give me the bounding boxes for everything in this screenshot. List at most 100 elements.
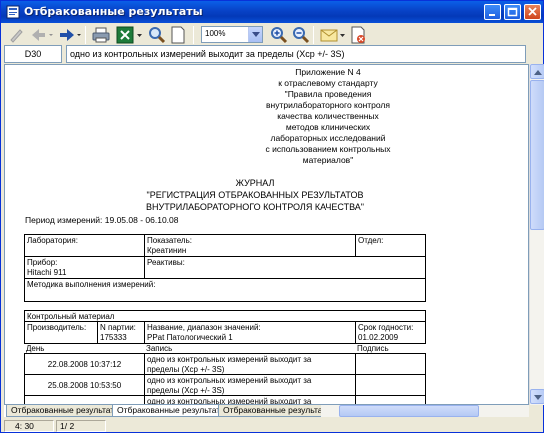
table-row-signature[interactable] bbox=[355, 353, 426, 375]
forward-button[interactable] bbox=[57, 25, 83, 45]
table-row-signature[interactable] bbox=[355, 395, 426, 404]
table-row-record[interactable]: одно из контрольных измерений выходит за… bbox=[144, 374, 356, 396]
material-name-label: Название, диапазон значений: bbox=[147, 323, 261, 332]
appendix-line: Приложение N 4 bbox=[295, 67, 361, 77]
cursor-position: 4: 30 bbox=[4, 420, 54, 432]
send-mail-button[interactable] bbox=[319, 25, 347, 45]
table-row-signature[interactable] bbox=[355, 374, 426, 396]
magnifier-icon bbox=[149, 27, 166, 44]
horizontal-scrollbar[interactable] bbox=[321, 405, 529, 417]
zoom-select[interactable]: 100% bbox=[201, 26, 263, 43]
close-button[interactable] bbox=[524, 4, 541, 20]
page-button[interactable] bbox=[169, 25, 187, 45]
minimize-button[interactable] bbox=[484, 4, 501, 20]
indicator-value: Креатинин bbox=[147, 246, 187, 255]
journal-line: "РЕГИСТРАЦИЯ ОТБРАКОВАННЫХ РЕЗУЛЬТАТОВ bbox=[146, 190, 364, 200]
zoom-out-button[interactable] bbox=[291, 25, 311, 45]
department-cell[interactable]: Отдел: bbox=[355, 234, 426, 257]
measurement-period: Период измерений: 19.05.08 - 06.10.08 bbox=[25, 215, 179, 225]
zoom-in-button[interactable] bbox=[269, 25, 289, 45]
row-record-line: одно из контрольных измерений выходит за bbox=[147, 397, 312, 405]
row-day: 25.08.2008 10:53:50 bbox=[47, 381, 122, 390]
table-row-record[interactable]: одно из контрольных измерений выходит за bbox=[144, 395, 356, 405]
sheet-tab-active[interactable]: Отбракованные результаты bbox=[112, 405, 232, 417]
batch-value: 175333 bbox=[100, 333, 127, 342]
export-excel-button[interactable] bbox=[115, 25, 145, 45]
cell-value-field[interactable]: одно из контрольных измерений выходит за… bbox=[66, 45, 526, 63]
find-button[interactable] bbox=[147, 25, 167, 45]
maximize-icon bbox=[507, 7, 518, 17]
manufacturer-label: Производитель: bbox=[27, 323, 87, 332]
window-title: Отбракованные результаты bbox=[24, 5, 203, 18]
appendix-note: Приложение N 4 к отраслевому стандарту "… bbox=[228, 67, 428, 166]
expiry-cell[interactable]: Срок годности: 01.02.2009 bbox=[355, 321, 426, 344]
dropdown-arrow[interactable] bbox=[248, 27, 262, 42]
app-window: Отбракованные результаты 100% D30 одно и… bbox=[0, 0, 544, 433]
page-indicator: 1/ 2 bbox=[56, 420, 106, 432]
report-icon bbox=[6, 5, 20, 19]
indicator-cell[interactable]: Показатель: Креатинин bbox=[144, 234, 356, 257]
material-name-cell[interactable]: Название, диапазон значений: PPat Патоло… bbox=[144, 321, 356, 344]
row-record-line: одно из контрольных измерений выходит за bbox=[147, 355, 312, 364]
toolbar: 100% bbox=[3, 23, 541, 47]
table-row-day[interactable]: 22.08.2008 10:37:12 bbox=[24, 353, 145, 375]
scroll-down-button[interactable] bbox=[530, 389, 544, 404]
zoom-out-icon bbox=[293, 27, 310, 44]
device-value: Hitachi 911 bbox=[27, 268, 67, 277]
lab-label: Лаборатория: bbox=[27, 236, 78, 245]
close-report-button[interactable] bbox=[349, 25, 367, 45]
journal-line: ЖУРНАЛ bbox=[235, 178, 275, 188]
appendix-line: к отраслевому стандарту bbox=[278, 78, 378, 88]
reagents-label: Реактивы: bbox=[147, 258, 185, 267]
horizontal-scroll-thumb[interactable] bbox=[339, 405, 479, 417]
delete-page-icon bbox=[351, 26, 365, 44]
method-cell[interactable]: Методика выполнения измерений: bbox=[24, 278, 426, 302]
maximize-button[interactable] bbox=[504, 4, 521, 20]
reagents-cell[interactable]: Реактивы: bbox=[144, 256, 426, 279]
title-bar[interactable]: Отбракованные результаты bbox=[1, 1, 543, 23]
toolbar-separator bbox=[85, 26, 86, 44]
device-cell[interactable]: Прибор: Hitachi 911 bbox=[24, 256, 145, 279]
material-name-value: PPat Патологический 1 bbox=[147, 333, 233, 342]
close-icon bbox=[528, 7, 537, 16]
scroll-thumb[interactable] bbox=[530, 80, 544, 230]
table-row-day[interactable] bbox=[24, 395, 145, 404]
lab-cell[interactable]: Лаборатория: bbox=[24, 234, 145, 257]
envelope-icon bbox=[320, 29, 345, 42]
chevron-down-icon bbox=[534, 395, 542, 400]
chevron-down-icon bbox=[252, 32, 260, 37]
appendix-line: "Правила проведения bbox=[284, 89, 372, 99]
scroll-up-button[interactable] bbox=[530, 64, 544, 79]
back-button[interactable] bbox=[29, 25, 55, 45]
sheet-tab[interactable]: Отбракованные результаты bbox=[6, 405, 126, 417]
vertical-scrollbar[interactable] bbox=[529, 64, 544, 405]
table-row-day[interactable]: 25.08.2008 10:53:50 bbox=[24, 374, 145, 396]
sheet-tab[interactable]: Отбракованные результаты bbox=[218, 405, 338, 417]
cell-bar: D30 одно из контрольных измерений выходи… bbox=[4, 45, 540, 64]
appendix-line: материалов" bbox=[302, 155, 354, 165]
appendix-line: лабораторных исследований bbox=[270, 133, 386, 143]
batch-label: N партии: bbox=[100, 323, 136, 332]
edit-button[interactable] bbox=[7, 25, 25, 45]
department-label: Отдел: bbox=[358, 236, 384, 245]
page-icon bbox=[171, 26, 185, 44]
expiry-value: 01.02.2009 bbox=[358, 333, 399, 342]
print-button[interactable] bbox=[91, 25, 111, 45]
table-row-record[interactable]: одно из контрольных измерений выходит за… bbox=[144, 353, 356, 375]
row-day: 22.08.2008 10:37:12 bbox=[47, 360, 122, 369]
minimize-icon bbox=[489, 14, 495, 16]
control-material-label: Контрольный материал bbox=[27, 312, 115, 321]
toolbar-separator bbox=[313, 26, 314, 44]
row-record-line: одно из контрольных измерений выходит за bbox=[147, 376, 312, 385]
report-document[interactable]: Приложение N 4 к отраслевому стандарту "… bbox=[4, 64, 529, 405]
cell-reference[interactable]: D30 bbox=[4, 45, 62, 63]
control-material-table: Контрольный материал Производитель: N па… bbox=[24, 310, 426, 405]
printer-icon bbox=[92, 27, 110, 43]
status-bar: 4: 30 1/ 2 bbox=[1, 419, 543, 433]
manufacturer-cell[interactable]: Производитель: bbox=[24, 321, 98, 344]
arrow-left-icon bbox=[32, 29, 53, 41]
method-label: Методика выполнения измерений: bbox=[27, 280, 156, 289]
batch-cell[interactable]: N партии: 175333 bbox=[97, 321, 145, 344]
appendix-line: качества количественных bbox=[277, 111, 379, 121]
indicator-label: Показатель: bbox=[147, 236, 192, 245]
